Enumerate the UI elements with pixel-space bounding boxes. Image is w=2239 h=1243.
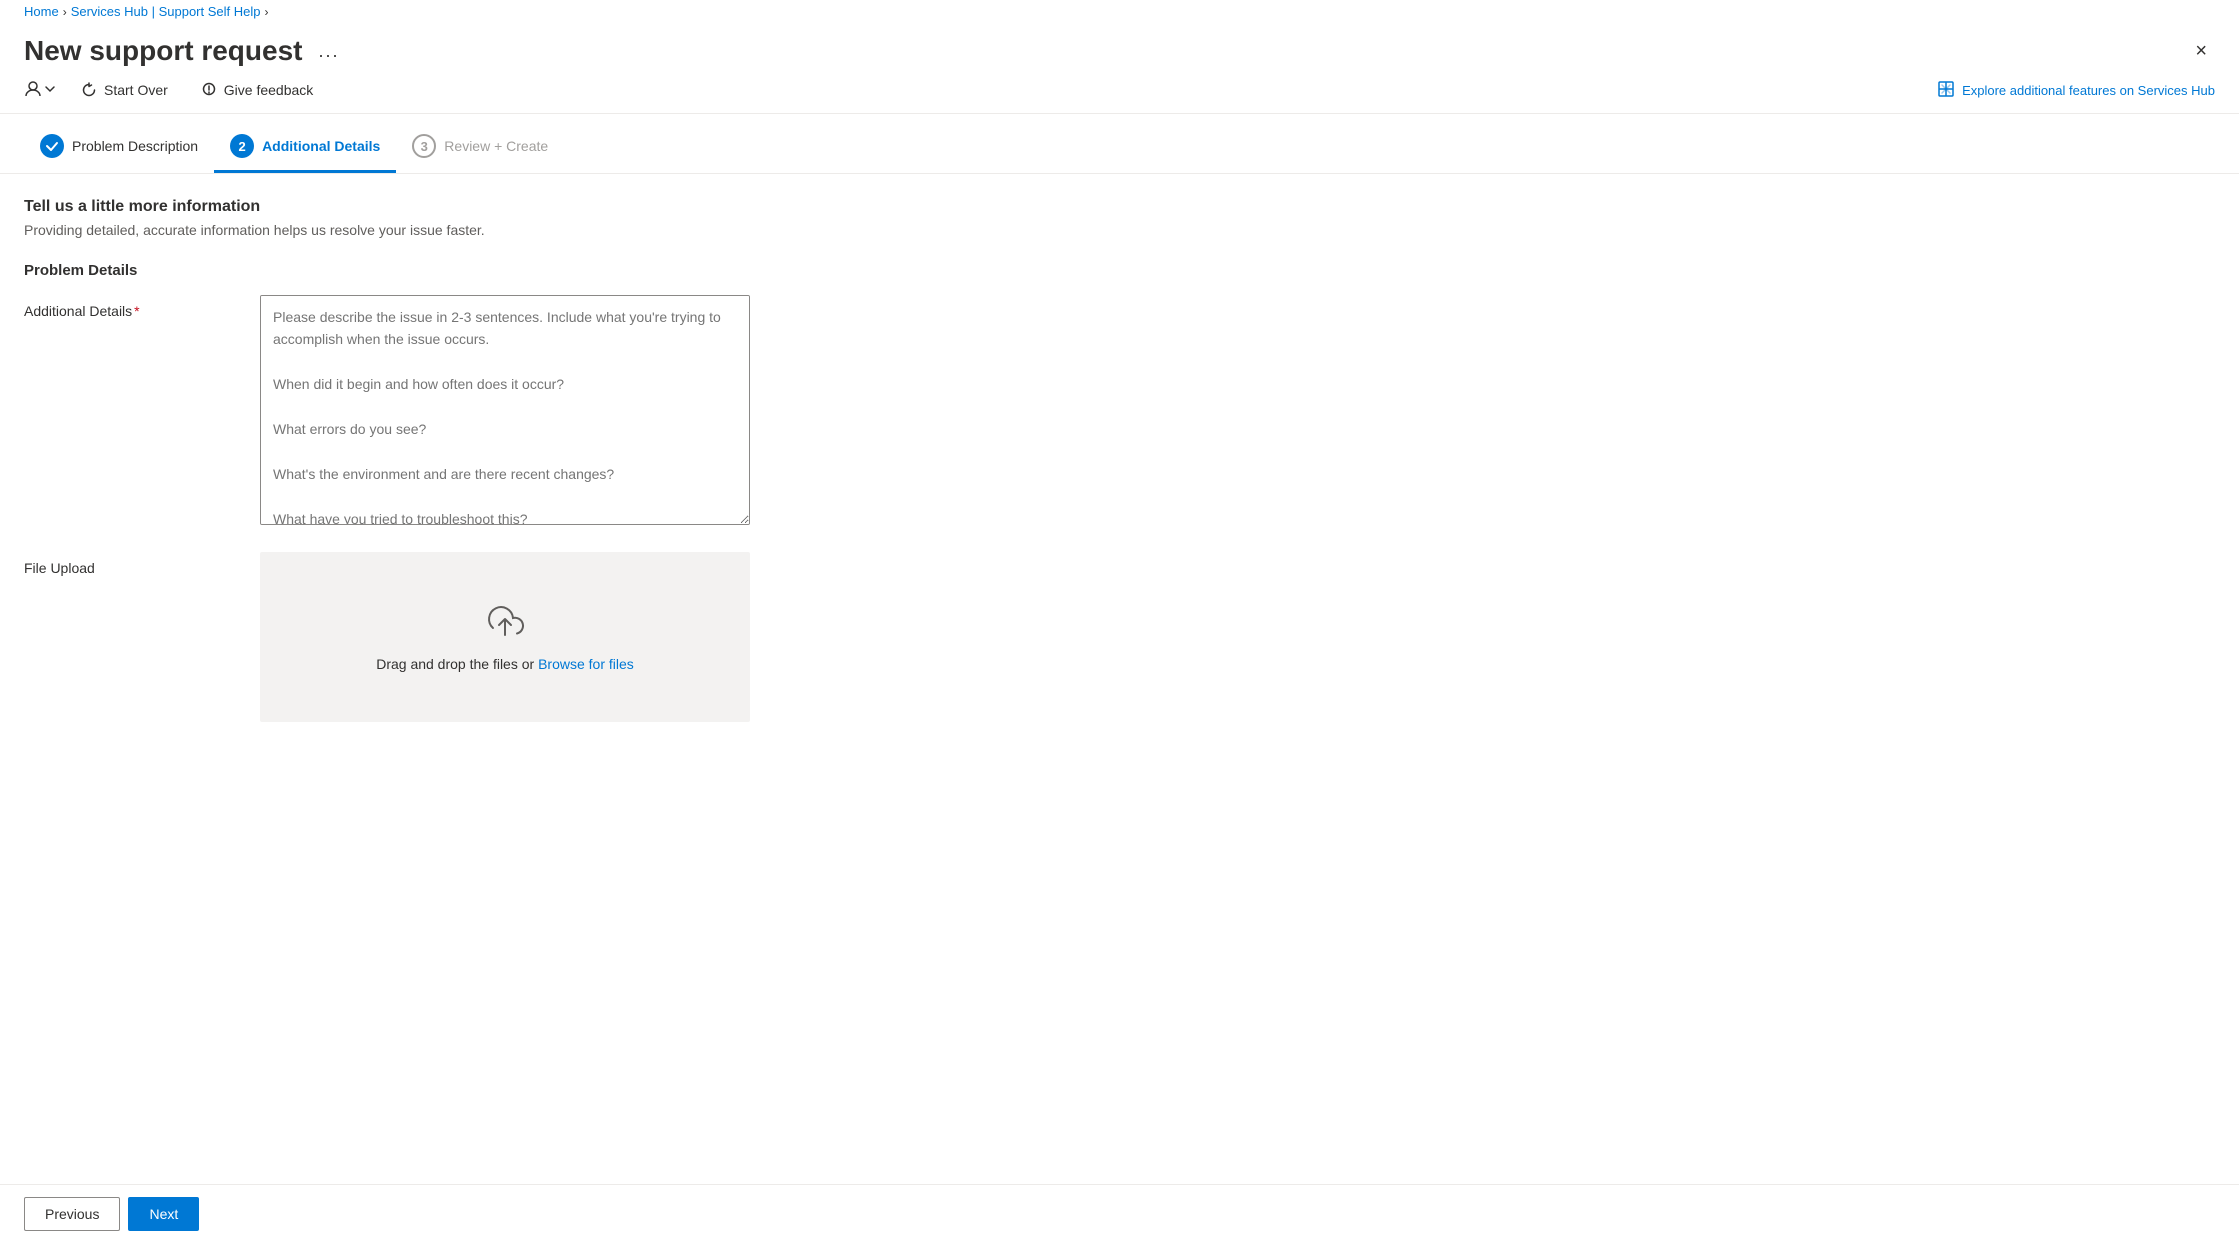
- step-additional-details[interactable]: 2 Additional Details: [214, 126, 396, 173]
- page-title: New support request: [24, 35, 302, 67]
- step2-label: Additional Details: [262, 138, 380, 154]
- close-button[interactable]: ×: [2187, 36, 2215, 67]
- start-over-button[interactable]: Start Over: [72, 77, 176, 103]
- file-upload-zone[interactable]: Drag and drop the files or Browse for fi…: [260, 552, 750, 722]
- file-upload-label: File Upload: [24, 552, 244, 576]
- upload-cloud-icon: [481, 603, 529, 646]
- start-over-label: Start Over: [104, 82, 168, 98]
- file-upload-control: Drag and drop the files or Browse for fi…: [260, 552, 750, 722]
- user-menu[interactable]: [24, 80, 56, 101]
- required-indicator: *: [134, 303, 139, 319]
- user-icon: [24, 80, 42, 101]
- breadcrumb-services-hub[interactable]: Services Hub | Support Self Help: [71, 4, 261, 19]
- next-button[interactable]: Next: [128, 1197, 199, 1231]
- give-feedback-label: Give feedback: [224, 82, 314, 98]
- additional-details-label: Additional Details*: [24, 295, 244, 319]
- breadcrumb-home[interactable]: Home: [24, 4, 59, 19]
- refresh-icon: [80, 81, 98, 99]
- title-bar: New support request ... ×: [0, 25, 2239, 71]
- step3-circle: 3: [412, 134, 436, 158]
- browse-files-link[interactable]: Browse for files: [538, 656, 634, 672]
- additional-details-row: Additional Details*: [24, 295, 2215, 528]
- step-review-create[interactable]: 3 Review + Create: [396, 126, 564, 173]
- main-content: Tell us a little more information Provid…: [0, 174, 2239, 1184]
- toolbar-left: Start Over Give feedback: [24, 77, 321, 103]
- problem-details-title: Problem Details: [24, 262, 2215, 279]
- feedback-icon: [200, 81, 218, 99]
- step2-circle: 2: [230, 134, 254, 158]
- breadcrumb: Home › Services Hub | Support Self Help …: [0, 0, 2239, 25]
- title-bar-left: New support request ...: [24, 35, 346, 67]
- step1-circle: [40, 134, 64, 158]
- ellipsis-button[interactable]: ...: [312, 37, 345, 66]
- explore-features-label: Explore additional features on Services …: [1962, 83, 2215, 98]
- previous-button[interactable]: Previous: [24, 1197, 120, 1231]
- toolbar: Start Over Give feedback Explore additio…: [0, 71, 2239, 114]
- chevron-down-icon: [44, 82, 56, 98]
- breadcrumb-sep1: ›: [63, 5, 67, 19]
- step1-label: Problem Description: [72, 138, 198, 154]
- upload-text: Drag and drop the files or Browse for fi…: [376, 656, 634, 672]
- explore-icon: [1938, 81, 1954, 100]
- give-feedback-button[interactable]: Give feedback: [192, 77, 322, 103]
- file-upload-row: File Upload Drag and drop the files or B…: [24, 552, 2215, 722]
- breadcrumb-sep2: ›: [265, 5, 269, 19]
- wizard-steps: Problem Description 2 Additional Details…: [0, 114, 2239, 174]
- step3-label: Review + Create: [444, 138, 548, 154]
- explore-features-link[interactable]: Explore additional features on Services …: [1938, 81, 2215, 100]
- footer: Previous Next: [0, 1184, 2239, 1243]
- additional-details-input[interactable]: [260, 295, 750, 525]
- section-subtitle: Providing detailed, accurate information…: [24, 222, 2215, 238]
- additional-details-control: [260, 295, 750, 528]
- section-title: Tell us a little more information: [24, 198, 2215, 216]
- step-problem-description[interactable]: Problem Description: [24, 126, 214, 173]
